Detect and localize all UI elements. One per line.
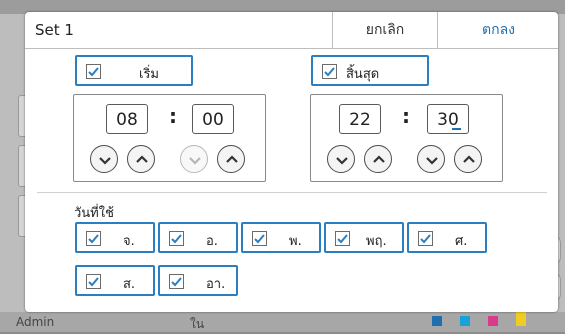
chevron-down-icon [426,157,438,165]
day-checkbox-wed[interactable]: พ. [241,222,321,253]
dialog-header: Set 1 ยกเลิก ตกลง [25,12,558,49]
end-label: สิ้นสุด [346,67,380,82]
checkmark-icon [86,231,101,246]
chevron-up-icon [136,155,148,163]
ink-indicator [516,312,526,326]
cancel-button[interactable]: ยกเลิก [332,12,437,48]
chevron-up-icon [373,155,385,163]
time-colon: : [402,104,410,128]
day-checkbox-sun[interactable]: อา. [158,265,238,296]
end-minute-down-button[interactable] [417,145,445,173]
day-label: จ. [123,234,135,249]
checkmark-icon [86,64,101,79]
end-minute-up-button[interactable] [454,145,482,173]
checkmark-icon [322,64,337,79]
day-label: ศ. [455,234,468,249]
day-label: อา. [206,277,226,292]
start-minute-down-button[interactable] [180,145,208,173]
background-status-text: ใน [190,317,205,331]
end-hour-down-button[interactable] [327,145,355,173]
background-user-label: Admin [16,315,55,329]
day-label: อ. [206,234,218,249]
checkmark-icon [169,231,184,246]
checkmark-icon [169,274,184,289]
start-time-panel: 08 : 00 [73,94,266,182]
day-label: พฤ. [366,234,387,249]
chevron-down-icon [99,157,111,165]
start-hour-field[interactable]: 08 [106,104,148,134]
checkmark-icon [86,274,101,289]
section-divider [37,192,547,193]
day-label: ส. [123,277,136,292]
day-checkbox-sat[interactable]: ส. [75,265,155,296]
end-hour-field[interactable]: 22 [339,104,381,134]
days-section-label: วันที่ใช้ [74,206,114,221]
end-checkbox[interactable]: สิ้นสุด [311,55,429,86]
ink-indicator [432,316,442,326]
time-colon: : [169,104,177,128]
start-minute-field[interactable]: 00 [192,104,234,134]
start-label: เริ่ม [139,67,159,82]
start-hour-down-button[interactable] [90,145,118,173]
text-cursor [452,128,461,130]
checkmark-icon [335,231,350,246]
start-minute-up-button[interactable] [217,145,245,173]
checkmark-icon [418,231,433,246]
chevron-up-icon [463,155,475,163]
day-checkbox-thu[interactable]: พฤ. [324,222,404,253]
start-checkbox[interactable]: เริ่ม [75,55,193,86]
chevron-up-icon [226,155,238,163]
day-checkbox-tue[interactable]: อ. [158,222,238,253]
day-checkbox-mon[interactable]: จ. [75,222,155,253]
day-label: พ. [289,234,302,249]
ink-indicator [460,316,470,326]
start-hour-up-button[interactable] [127,145,155,173]
end-time-panel: 22 : 30 [310,94,503,182]
ok-button[interactable]: ตกลง [437,12,559,48]
background-status-bar [0,312,565,332]
ink-indicator [488,316,498,326]
end-hour-up-button[interactable] [364,145,392,173]
end-minute-field[interactable]: 30 [427,104,469,134]
dialog-title: Set 1 [35,21,74,39]
day-checkbox-fri[interactable]: ศ. [407,222,487,253]
chevron-down-icon [336,157,348,165]
checkmark-icon [252,231,267,246]
schedule-dialog: Set 1 ยกเลิก ตกลง เริ่ม สิ้นสุด 08 : 00 [25,12,558,312]
chevron-down-icon [189,157,201,165]
